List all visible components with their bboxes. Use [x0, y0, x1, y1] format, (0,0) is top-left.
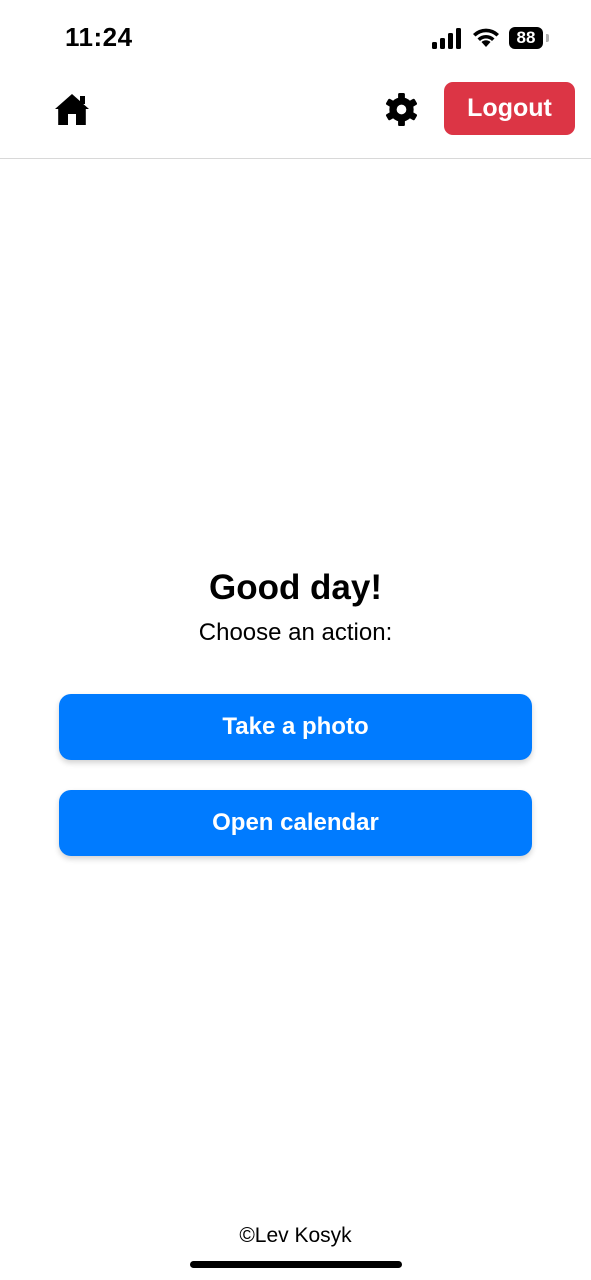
status-bar: 11:24 88: [0, 0, 591, 78]
battery-cap: [546, 34, 549, 42]
signal-icon: [432, 28, 461, 49]
action-prompt: Choose an action:: [198, 619, 393, 646]
greeting-title: Good day!: [208, 568, 383, 607]
wifi-icon: [473, 28, 499, 47]
battery-level: 88: [516, 28, 536, 47]
battery-icon: 88: [509, 27, 543, 49]
open-calendar-button[interactable]: Open calendar: [59, 790, 532, 856]
status-time: 11:24: [65, 22, 133, 52]
copyright-footer: ©Lev Kosyk: [239, 1224, 352, 1247]
logout-button[interactable]: Logout: [444, 82, 575, 135]
take-photo-button[interactable]: Take a photo: [59, 694, 532, 760]
home-indicator[interactable]: [190, 1261, 402, 1268]
app-header: Logout: [0, 78, 591, 159]
gear-icon[interactable]: [384, 92, 419, 127]
home-icon[interactable]: [54, 92, 90, 126]
